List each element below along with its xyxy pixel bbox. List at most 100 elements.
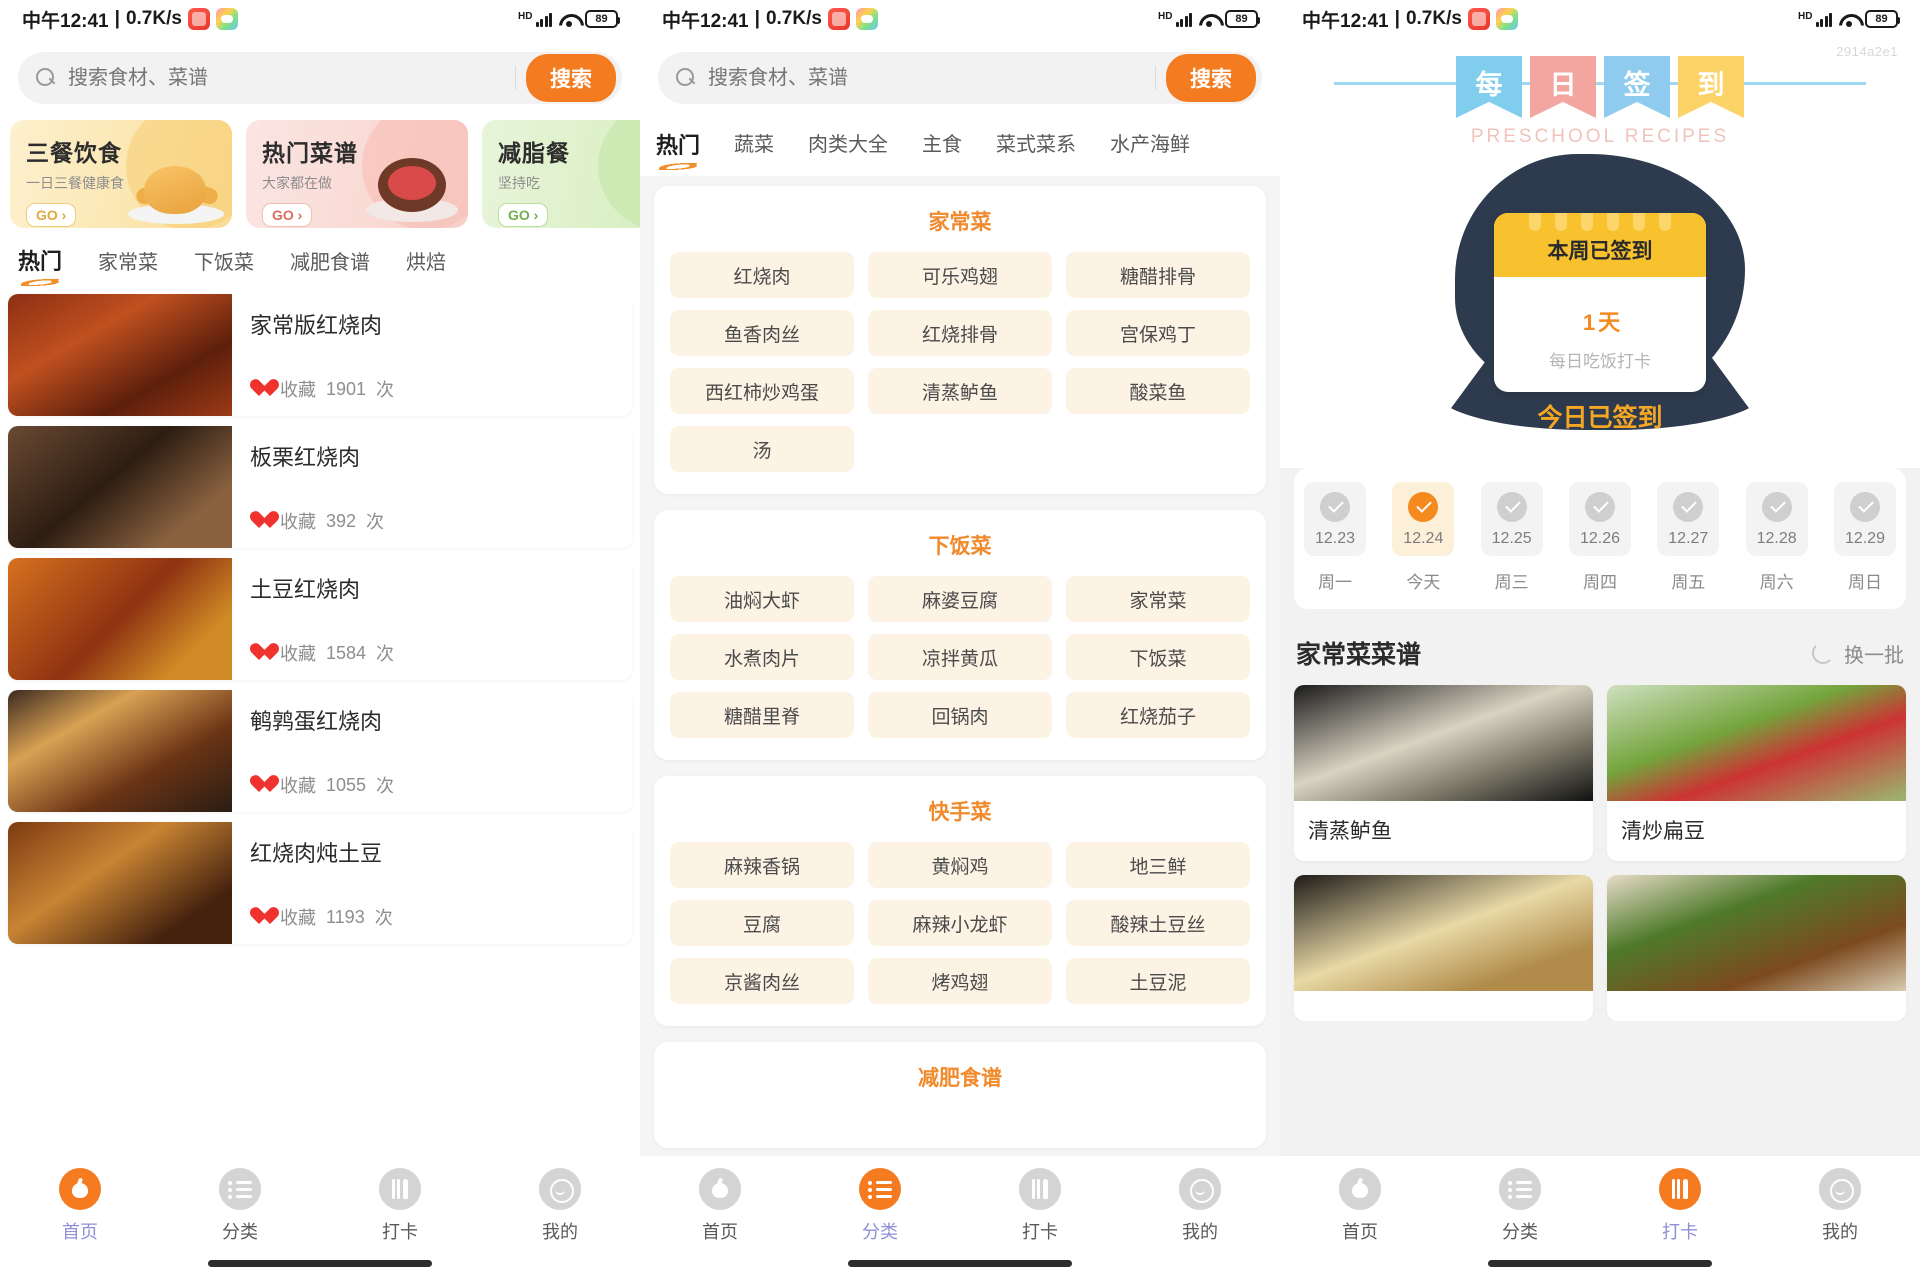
category-tab-bar[interactable]: 热门 蔬菜 肉类大全 主食 菜式菜系 水产海鲜 xyxy=(640,114,1280,176)
chip[interactable]: 回锅肉 xyxy=(868,692,1052,738)
search-input[interactable] xyxy=(708,66,1155,90)
nav-item-home[interactable]: 首页 xyxy=(640,1168,800,1244)
nav-item-profile[interactable]: 我的 xyxy=(1760,1168,1920,1244)
tab-hot[interactable]: 热门 xyxy=(656,128,700,170)
chip[interactable]: 鱼香肉丝 xyxy=(670,310,854,356)
banner-card[interactable]: 三餐饮食 一日三餐健康食 GO › xyxy=(10,120,232,228)
banner-card[interactable]: 减脂餐 坚持吃 GO › xyxy=(482,120,640,228)
recipe-card[interactable] xyxy=(1294,875,1593,1021)
banner-go-button[interactable]: GO › xyxy=(498,203,549,227)
list-item[interactable]: 家常版红烧肉 收藏 1901 次 xyxy=(8,294,632,416)
nav-item-category[interactable]: 分类 xyxy=(160,1168,320,1244)
nav-label-profile: 我的 xyxy=(542,1222,578,1242)
banner-card[interactable]: 热门菜谱 大家都在做 GO › xyxy=(246,120,468,228)
home-tab-bar[interactable]: 热门 家常菜 下饭菜 减肥食谱 烘焙 xyxy=(0,228,640,294)
favorite-number: 1584 xyxy=(326,642,367,663)
search-button[interactable]: 搜索 xyxy=(1166,54,1256,102)
chip[interactable]: 糖醋里脊 xyxy=(670,692,854,738)
tab-rice-dishes[interactable]: 下饭菜 xyxy=(194,246,254,285)
date-label: 12.25 xyxy=(1491,530,1532,547)
nav-item-category[interactable]: 分类 xyxy=(1440,1168,1600,1244)
chip[interactable]: 酸辣土豆丝 xyxy=(1066,900,1250,946)
date-label: 12.28 xyxy=(1756,530,1797,547)
chip[interactable]: 宫保鸡丁 xyxy=(1066,310,1250,356)
chip[interactable]: 红烧肉 xyxy=(670,252,854,298)
heart-icon xyxy=(250,380,270,398)
list-item[interactable]: 红烧肉炖土豆 收藏 1193 次 xyxy=(8,822,632,944)
search-bar[interactable]: 搜索 xyxy=(658,52,1262,104)
tab-hot[interactable]: 热门 xyxy=(18,244,62,286)
recipe-card[interactable] xyxy=(1607,875,1906,1021)
chip[interactable]: 红烧排骨 xyxy=(868,310,1052,356)
tab-diet[interactable]: 减肥食谱 xyxy=(290,246,370,285)
group-title: 下饭菜 xyxy=(928,535,992,558)
nav-item-home[interactable]: 首页 xyxy=(1280,1168,1440,1244)
banner-carousel[interactable]: 三餐饮食 一日三餐健康食 GO › 热门菜谱 大家都在做 GO › 减脂餐 坚持 xyxy=(0,114,640,228)
chip[interactable]: 麻辣香锅 xyxy=(670,842,854,888)
nav-item-checkin[interactable]: 打卡 xyxy=(960,1168,1120,1244)
list-item[interactable]: 鹌鹑蛋红烧肉 收藏 1055 次 xyxy=(8,690,632,812)
list-item[interactable]: 板栗红烧肉 收藏 392 次 xyxy=(8,426,632,548)
search-bar[interactable]: 搜索 xyxy=(18,52,622,104)
nav-item-checkin[interactable]: 打卡 xyxy=(1600,1168,1760,1244)
chip[interactable]: 红烧茄子 xyxy=(1066,692,1250,738)
tab-baking[interactable]: 烘焙 xyxy=(406,246,446,285)
date-cell[interactable]: 12.26 周四 xyxy=(1568,482,1631,593)
date-cell[interactable]: 12.28 周六 xyxy=(1745,482,1808,593)
search-divider xyxy=(515,66,516,90)
status-bar: 中午12:41 | 0.7K/s HD 89 xyxy=(0,0,640,38)
tab-meat[interactable]: 肉类大全 xyxy=(808,128,888,170)
nav-item-home[interactable]: 首页 xyxy=(0,1168,160,1244)
chip[interactable]: 家常菜 xyxy=(1066,576,1250,622)
date-cell[interactable]: 12.25 周三 xyxy=(1480,482,1543,593)
chip[interactable]: 可乐鸡翅 xyxy=(868,252,1052,298)
list-item[interactable]: 土豆红烧肉 收藏 1584 次 xyxy=(8,558,632,680)
chip[interactable]: 酸菜鱼 xyxy=(1066,368,1250,414)
chip[interactable]: 地三鲜 xyxy=(1066,842,1250,888)
chip[interactable]: 西红柿炒鸡蛋 xyxy=(670,368,854,414)
favorite-label: 收藏 xyxy=(280,776,316,796)
nav-item-category[interactable]: 分类 xyxy=(800,1168,960,1244)
date-cell[interactable]: 12.29 周日 xyxy=(1833,482,1896,593)
favorite-label: 收藏 xyxy=(280,644,316,664)
chip[interactable]: 清蒸鲈鱼 xyxy=(868,368,1052,414)
chip[interactable]: 下饭菜 xyxy=(1066,634,1250,680)
panel-category: 中午12:41 | 0.7K/s HD 89 2914a2e1 搜索 xyxy=(640,0,1280,1279)
tab-cuisine[interactable]: 菜式菜系 xyxy=(996,128,1076,170)
check-icon xyxy=(1673,492,1704,522)
chip[interactable]: 土豆泥 xyxy=(1066,958,1250,1004)
chip[interactable]: 麻婆豆腐 xyxy=(868,576,1052,622)
refresh-button[interactable]: 换一批 xyxy=(1812,639,1904,668)
favorite-number: 392 xyxy=(326,510,357,531)
three-panel-screenshot: 中午12:41 | 0.7K/s HD 89 2914a2e1 搜索 xyxy=(0,0,1920,1279)
tab-seafood[interactable]: 水产海鲜 xyxy=(1110,128,1190,170)
nav-item-profile[interactable]: 我的 xyxy=(480,1168,640,1244)
tab-staple[interactable]: 主食 xyxy=(922,128,962,170)
recipe-card[interactable]: 清蒸鲈鱼 xyxy=(1294,685,1593,861)
recipe-card[interactable]: 清炒扁豆 xyxy=(1607,685,1906,861)
chip[interactable]: 油焖大虾 xyxy=(670,576,854,622)
date-cell[interactable]: 12.24 今天 xyxy=(1392,482,1455,593)
chip[interactable]: 烤鸡翅 xyxy=(868,958,1052,1004)
chip[interactable]: 糖醋排骨 xyxy=(1066,252,1250,298)
tab-vegetables[interactable]: 蔬菜 xyxy=(734,128,774,170)
nav-label-checkin: 打卡 xyxy=(1022,1222,1058,1242)
chip[interactable]: 水煮肉片 xyxy=(670,634,854,680)
banner-go-button[interactable]: GO › xyxy=(262,203,313,227)
chip[interactable]: 凉拌黄瓜 xyxy=(868,634,1052,680)
chip[interactable]: 豆腐 xyxy=(670,900,854,946)
date-cell[interactable]: 12.27 周五 xyxy=(1657,482,1720,593)
date-cell[interactable]: 12.23 周一 xyxy=(1304,482,1366,593)
tab-homestyle[interactable]: 家常菜 xyxy=(98,246,158,285)
days-unit: 天 xyxy=(1598,309,1621,335)
chip[interactable]: 汤 xyxy=(670,426,854,472)
nav-item-checkin[interactable]: 打卡 xyxy=(320,1168,480,1244)
hd-icon: HD xyxy=(1158,11,1173,22)
banner-go-button[interactable]: GO › xyxy=(26,203,77,227)
nav-item-profile[interactable]: 我的 xyxy=(1120,1168,1280,1244)
search-button[interactable]: 搜索 xyxy=(526,54,616,102)
chip[interactable]: 麻辣小龙虾 xyxy=(868,900,1052,946)
search-input[interactable] xyxy=(68,66,515,90)
chip[interactable]: 黄焖鸡 xyxy=(868,842,1052,888)
chip[interactable]: 京酱肉丝 xyxy=(670,958,854,1004)
